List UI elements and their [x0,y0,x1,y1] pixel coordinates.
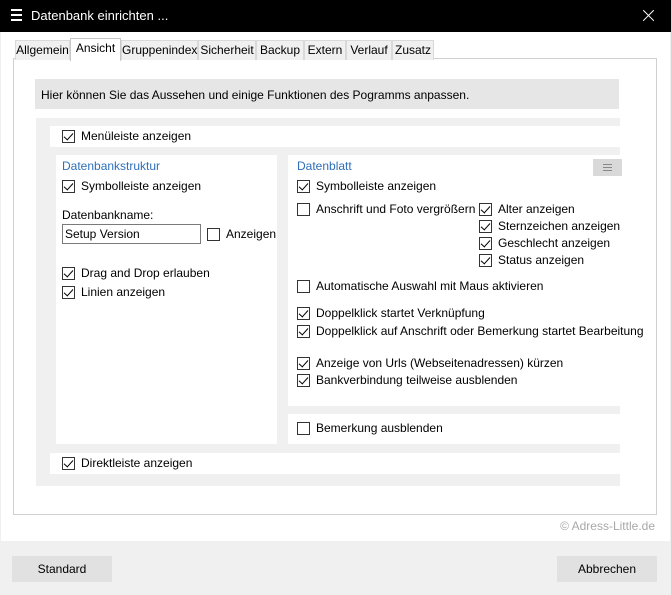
standard-button[interactable]: Standard [12,556,112,582]
title-bar: Datenbank einrichten ... [0,0,671,32]
checkbox-label: Doppelklick startet Verknüpfung [316,306,485,320]
checkbox-label: Direktleiste anzeigen [81,456,193,470]
checkbox-box[interactable] [479,203,492,216]
checkbox-label: Alter anzeigen [498,202,575,216]
checkbox-label: Menüleiste anzeigen [81,129,192,143]
datasheet-section: Datenblatt Symbolleiste anzeigen Anschri… [288,155,644,406]
db-name-input[interactable]: Setup Version [62,224,201,244]
menu-bar-row: Menüleiste anzeigen [50,126,625,147]
checkbox-box[interactable] [297,325,310,338]
watermark-text: © Adress-Little.de [560,519,655,533]
checkbox-label: Anzeigen [226,227,277,241]
section-title: Datenbankstruktur [62,159,161,173]
checkbox-box[interactable] [297,357,310,370]
button-bar: Standard Abbrechen [1,541,670,594]
checkbox-box[interactable] [479,237,492,250]
settings-panel: Menüleiste anzeigen Datenbankstruktur Sy… [36,118,644,486]
checkbox-box[interactable] [62,457,75,470]
checkbox-box[interactable] [62,130,75,143]
cancel-button[interactable]: Abbrechen [557,556,657,582]
dialog-client: Allgemein Ansicht Gruppenindex Sicherhei… [1,32,670,594]
section-title: Datenblatt [297,159,352,173]
checkbox-box[interactable] [479,254,492,267]
tab-allgemein[interactable]: Allgemein [15,40,70,60]
checkbox-label: Doppelklick auf Anschrift oder Bemerkung… [316,324,644,338]
checkbox-box[interactable] [297,203,310,216]
tab-sicherheit[interactable]: Sicherheit [198,40,256,60]
checkbox-label: Anzeige von Urls (Webseitenadressen) kür… [316,356,564,370]
hide-remark-section: Bemerkung ausblenden [288,414,625,444]
checkbox-box[interactable] [207,228,220,241]
checkbox-box[interactable] [62,286,75,299]
close-icon[interactable] [625,0,671,32]
checkbox-label: Automatische Auswahl mit Maus aktivieren [316,279,544,293]
tab-extern[interactable]: Extern [304,40,346,60]
checkbox-box[interactable] [479,220,492,233]
checkbox-label: Drag and Drop erlauben [81,266,210,280]
checkbox-label: Sternzeichen anzeigen [498,219,621,233]
info-text: Hier können Sie das Aussehen und einige … [41,88,470,102]
checkbox-label: Symbolleiste anzeigen [81,179,202,193]
direct-bar-row: Direktleiste anzeigen [50,453,625,474]
checkbox-box[interactable] [297,307,310,320]
checkbox-box[interactable] [62,267,75,280]
hamburger-icon[interactable] [593,159,622,176]
checkbox-label: Status anzeigen [498,253,585,267]
window-title: Datenbank einrichten ... [31,8,169,23]
checkbox-label: Geschlecht anzeigen [498,236,611,250]
checkbox-label: Symbolleiste anzeigen [316,179,437,193]
checkbox-box[interactable] [297,180,310,193]
db-name-label: Datenbankname: [62,208,154,222]
checkbox-box[interactable] [297,280,310,293]
tab-zusatz[interactable]: Zusatz [392,40,434,60]
db-structure-section: Datenbankstruktur Symbolleiste anzeigen … [56,155,277,444]
checkbox-box[interactable] [297,422,310,435]
checkbox-label: Linien anzeigen [81,285,166,299]
info-bar: Hier können Sie das Aussehen und einige … [35,79,619,109]
tab-backup[interactable]: Backup [256,40,304,60]
checkbox-label: Bankverbindung teilweise ausblenden [316,373,518,387]
tab-ansicht[interactable]: Ansicht [70,38,121,61]
checkbox-box[interactable] [297,374,310,387]
tab-verlauf[interactable]: Verlauf [346,40,392,60]
tab-gruppenindex[interactable]: Gruppenindex [121,40,198,60]
checkbox-label: Bemerkung ausblenden [316,421,443,435]
hamburger-menu-icon[interactable] [11,9,22,22]
checkbox-label: Anschrift und Foto vergrößern [316,202,476,216]
checkbox-box[interactable] [62,180,75,193]
